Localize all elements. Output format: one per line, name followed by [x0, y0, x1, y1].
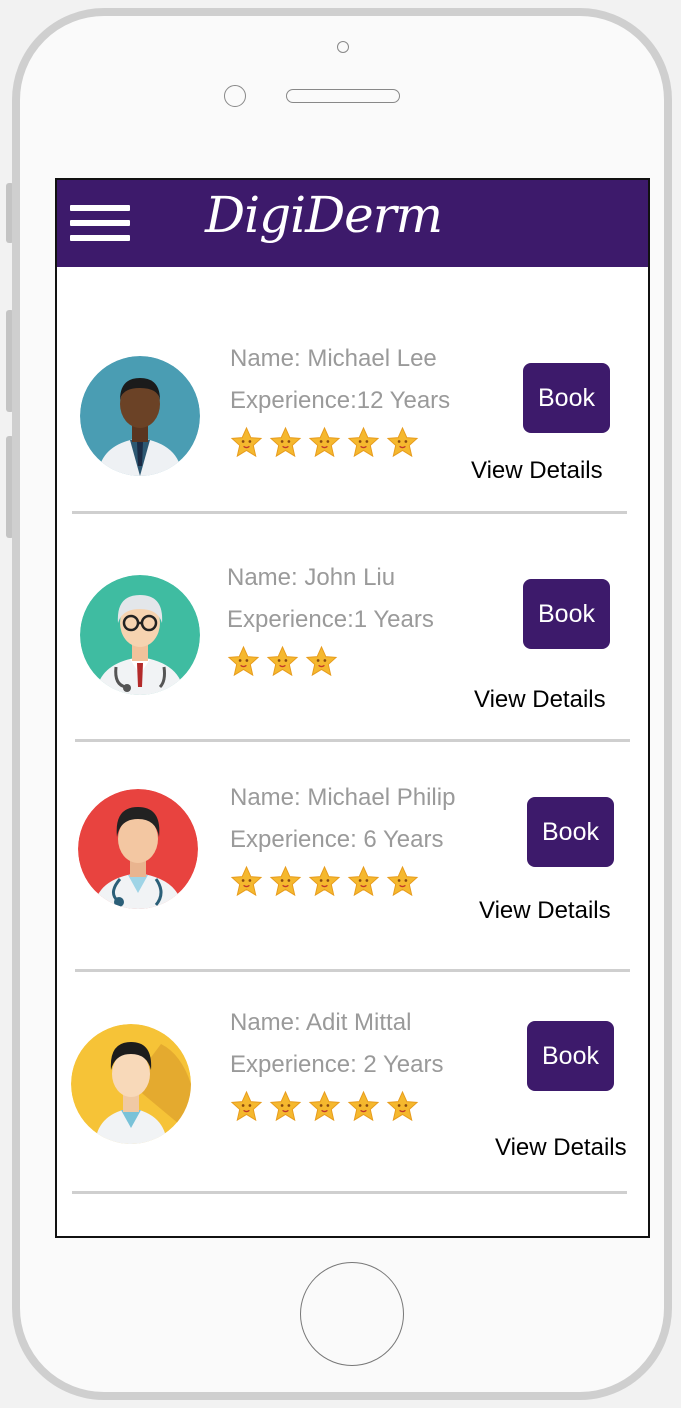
doctor-info: Name: Michael Philip Experience: 6 Years [230, 777, 455, 903]
rating-stars [227, 645, 434, 683]
doctor-experience: Experience:1 Years [227, 606, 434, 633]
rating-stars [230, 426, 450, 464]
earpiece-speaker [286, 89, 400, 103]
book-button[interactable]: Book [527, 1021, 614, 1091]
doctor-experience: Experience:12 Years [230, 387, 451, 414]
doctor-name: Name: Michael Philip [230, 784, 456, 811]
view-details-link[interactable]: View Details [479, 897, 611, 925]
star-icon [347, 865, 380, 903]
star-icon [308, 1090, 341, 1128]
doctor-name: Name: John Liu [227, 564, 396, 591]
star-icon [230, 1090, 263, 1128]
star-icon [269, 426, 302, 464]
star-icon [308, 426, 341, 464]
doctor-info: Name: John Liu Experience:1 Years [227, 557, 434, 683]
doctor-experience: Experience: 2 Years [230, 1051, 444, 1078]
view-details-link[interactable]: View Details [474, 686, 606, 714]
star-icon [230, 426, 263, 464]
doctor-dark-skin-avatar-icon [80, 356, 200, 476]
book-button[interactable]: Book [527, 797, 614, 867]
home-button[interactable] [300, 1262, 404, 1366]
senior-doctor-avatar-icon [80, 575, 200, 695]
hamburger-menu-icon[interactable] [70, 205, 130, 247]
front-camera [337, 41, 349, 53]
star-icon [386, 865, 419, 903]
star-icon [386, 426, 419, 464]
app-title: DigiDerm [205, 186, 443, 244]
rating-stars [230, 1090, 443, 1128]
star-icon [230, 865, 263, 903]
star-icon [266, 645, 299, 683]
rating-stars [230, 865, 455, 903]
proximity-sensor [224, 85, 246, 107]
view-details-link[interactable]: View Details [471, 457, 603, 485]
star-icon [269, 1090, 302, 1128]
doctor-info: Name: Michael Lee Experience:12 Years [230, 338, 450, 464]
card-divider [75, 969, 630, 972]
doctor-stethoscope-avatar-icon [78, 789, 198, 909]
app-screen: DigiDerm Name: Michael Lee Experience:12… [55, 178, 650, 1238]
star-icon [386, 1090, 419, 1128]
doctor-name: Name: Michael Lee [230, 345, 437, 372]
doctor-experience: Experience: 6 Years [230, 826, 444, 853]
doctor-name: Name: Adit Mittal [230, 1009, 412, 1036]
young-doctor-avatar-icon [71, 1024, 191, 1144]
star-icon [347, 1090, 380, 1128]
card-divider [72, 1191, 627, 1194]
star-icon [308, 865, 341, 903]
card-divider [75, 739, 630, 742]
card-divider [72, 511, 627, 514]
view-details-link[interactable]: View Details [495, 1134, 627, 1162]
book-button[interactable]: Book [523, 363, 610, 433]
star-icon [305, 645, 338, 683]
book-button[interactable]: Book [523, 579, 610, 649]
top-app-bar: DigiDerm [57, 180, 648, 267]
star-icon [347, 426, 380, 464]
doctor-info: Name: Adit Mittal Experience: 2 Years [230, 1002, 443, 1128]
star-icon [227, 645, 260, 683]
star-icon [269, 865, 302, 903]
